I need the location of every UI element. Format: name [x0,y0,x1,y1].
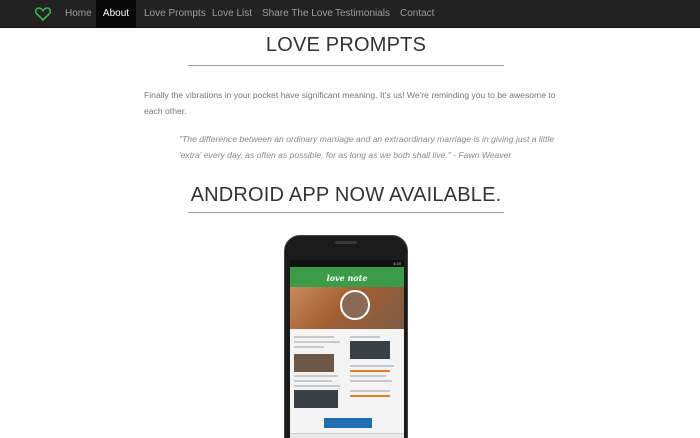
nav-love-list[interactable]: Love List [204,0,260,28]
love-prompts-heading: LOVE PROMPTS [265,34,427,56]
phone-speaker [335,241,357,244]
app-bottom-bar [290,433,404,438]
nav-testimonials[interactable]: Testimonials [327,0,398,28]
feed-column-right [350,333,402,400]
phone-screen: 4:20 love note [290,260,404,438]
quote-text: "The difference between an ordinary marr… [179,134,555,160]
nav-love-prompts[interactable]: Love Prompts [136,0,214,28]
app-header: love note [290,267,404,287]
top-navbar: Home About Love Prompts Love List Share … [0,0,700,28]
app-notification-toast [324,418,372,428]
feed-photo [350,341,390,359]
heading-divider [188,212,504,213]
android-phone-image: 4:20 love note [284,235,408,438]
nav-contact[interactable]: Contact [392,0,442,28]
status-bar: 4:20 [290,260,404,267]
heading-divider [188,65,504,66]
intro-paragraph: Finally the vibrations in your pocket ha… [144,90,556,116]
app-logo: love note [326,273,368,283]
heart-icon[interactable] [35,7,51,21]
nav-home[interactable]: Home [57,0,100,28]
feed-photo [294,354,334,372]
nav-about[interactable]: About [96,0,136,28]
status-time: 4:20 [393,261,401,266]
feed-photo [294,390,338,408]
feed-column-left [294,333,346,411]
android-app-heading: ANDROID APP NOW AVAILABLE. [190,184,502,206]
profile-avatar [340,290,370,320]
